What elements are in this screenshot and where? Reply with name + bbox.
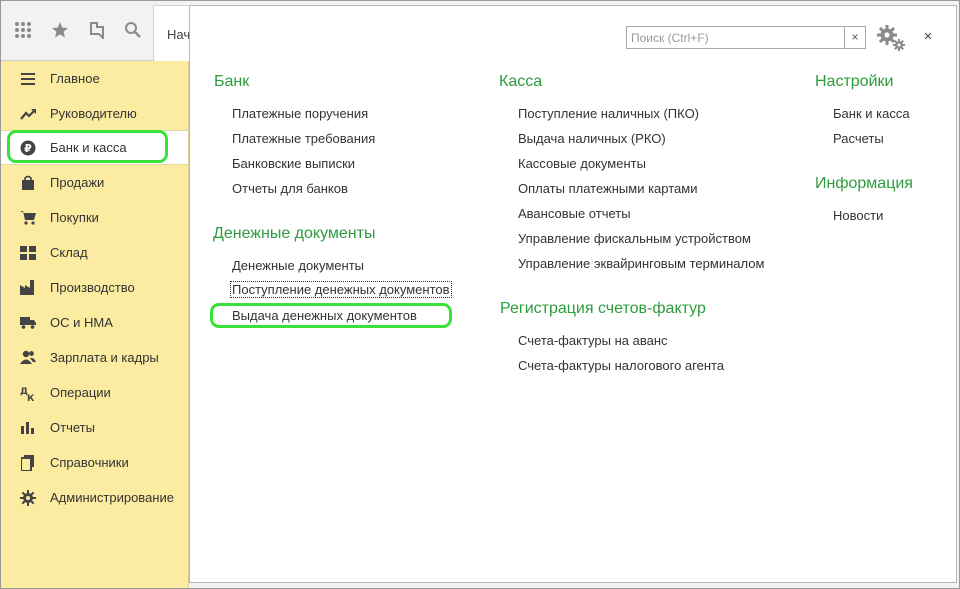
debit-credit-icon: ДК [20, 385, 36, 401]
sidebar-item-label: Зарплата и кадры [50, 350, 159, 365]
link-tax-agent-invoices[interactable]: Счета-фактуры налогового агента [518, 358, 724, 373]
sidebar-item-label: Справочники [50, 455, 129, 470]
grid-menu-icon[interactable] [13, 21, 33, 41]
section-title-information: Информация [815, 175, 913, 192]
gear-icon [877, 25, 905, 51]
link-cash-receipt[interactable]: Поступление наличных (ПКО) [518, 106, 699, 121]
link-money-documents-issue[interactable]: Выдача денежных документов [232, 308, 417, 323]
people-icon [20, 350, 36, 366]
sidebar-item-warehouse[interactable]: Склад [1, 235, 188, 270]
sidebar-item-production[interactable]: Производство [1, 270, 188, 305]
factory-icon [20, 280, 36, 296]
link-fiscal-device[interactable]: Управление фискальным устройством [518, 231, 751, 246]
link-money-documents[interactable]: Денежные документы [232, 258, 364, 273]
sidebar-item-label: Операции [50, 385, 111, 400]
sidebar-item-reports[interactable]: Отчеты [1, 410, 188, 445]
sidebar-item-bank-and-cash[interactable]: ₽ Банк и касса [1, 130, 188, 165]
section-title-invoice-registration: Регистрация счетов-фактур [500, 300, 706, 317]
close-button[interactable]: × [920, 29, 936, 45]
search-clear-button[interactable]: × [845, 26, 866, 49]
truck-icon [20, 315, 36, 331]
link-card-payments[interactable]: Оплаты платежными картами [518, 181, 697, 196]
sidebar-item-salary[interactable]: Зарплата и кадры [1, 340, 188, 375]
history-icon[interactable] [87, 21, 107, 41]
sidebar-item-label: Склад [50, 245, 88, 260]
sidebar-item-label: Руководителю [50, 106, 137, 121]
link-advance-reports[interactable]: Авансовые отчеты [518, 206, 631, 221]
sidebar-item-purchases[interactable]: Покупки [1, 200, 188, 235]
svg-text:К: К [27, 394, 35, 401]
top-toolbar [1, 1, 153, 61]
sidebar-item-administration[interactable]: Администрирование [1, 480, 188, 515]
link-news[interactable]: Новости [833, 208, 883, 223]
sidebar-item-main[interactable]: Главное [1, 61, 188, 96]
trend-up-icon [20, 106, 36, 122]
section-title-money-documents: Денежные документы [213, 225, 376, 242]
section-title-cash: Касса [499, 73, 543, 90]
link-acquiring-terminal[interactable]: Управление эквайринговым терминалом [518, 256, 764, 271]
shopping-bag-icon [20, 175, 36, 191]
section-title-bank: Банк [214, 73, 250, 90]
search-input[interactable] [626, 26, 845, 49]
sidebar: Главное Руководителю ₽ Банк и касса Прод… [1, 61, 189, 588]
link-money-documents-receipt[interactable]: Поступление денежных документов [230, 281, 452, 298]
link-cash-issue[interactable]: Выдача наличных (РКО) [518, 131, 666, 146]
link-cash-documents[interactable]: Кассовые документы [518, 156, 646, 171]
link-advance-invoices[interactable]: Счета-фактуры на аванс [518, 333, 668, 348]
settings-gear-button[interactable] [876, 24, 906, 52]
cart-icon [20, 210, 36, 226]
tab-label: Нач [167, 27, 191, 42]
svg-text:₽: ₽ [24, 142, 32, 155]
sidebar-item-label: Главное [50, 71, 100, 86]
link-bank-and-cash-settings[interactable]: Банк и касса [833, 106, 910, 121]
gear-icon [20, 489, 36, 506]
sidebar-item-label: Производство [50, 280, 135, 295]
sidebar-item-operations[interactable]: ДК Операции [1, 375, 188, 410]
link-payment-orders[interactable]: Платежные поручения [232, 106, 368, 121]
books-icon [20, 454, 36, 471]
sidebar-item-label: Отчеты [50, 420, 95, 435]
app-window: Нач Главное Руководителю ₽ Банк и касса … [0, 0, 960, 589]
section-title-settings: Настройки [815, 73, 894, 90]
sidebar-item-sales[interactable]: Продажи [1, 165, 188, 200]
link-bank-statements[interactable]: Банковские выписки [232, 156, 355, 171]
bar-chart-icon [20, 420, 36, 436]
link-settlements[interactable]: Расчеты [833, 131, 884, 146]
star-icon[interactable] [50, 21, 70, 41]
menu-lines-icon [20, 71, 36, 87]
sidebar-item-label: Банк и касса [50, 140, 127, 155]
sidebar-item-label: Администрирование [50, 490, 174, 505]
link-payment-requests[interactable]: Платежные требования [232, 131, 375, 146]
search-icon[interactable] [123, 21, 143, 41]
tab-start-page[interactable]: Нач [153, 5, 193, 61]
sidebar-item-directories[interactable]: Справочники [1, 445, 188, 480]
sidebar-item-fixed-assets[interactable]: ОС и НМА [1, 305, 188, 340]
section-panel: × × Банк Пла [189, 5, 957, 583]
sidebar-item-manager[interactable]: Руководителю [1, 96, 188, 131]
link-bank-reports[interactable]: Отчеты для банков [232, 181, 348, 196]
sidebar-item-label: Покупки [50, 210, 99, 225]
warehouse-icon [20, 245, 36, 261]
sidebar-item-label: ОС и НМА [50, 315, 113, 330]
sidebar-item-label: Продажи [50, 175, 105, 190]
ruble-coin-icon: ₽ [20, 140, 36, 156]
